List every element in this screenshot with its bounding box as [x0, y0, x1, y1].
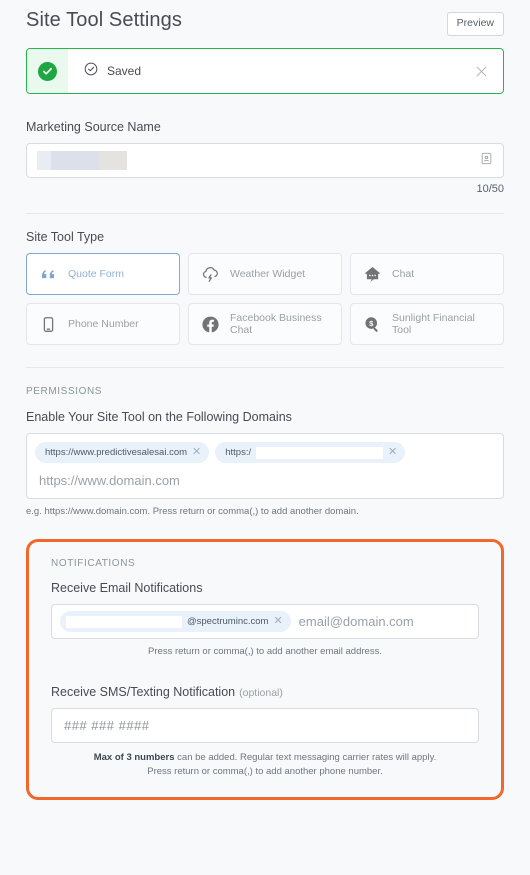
tool-card-label: Chat: [392, 267, 415, 280]
email-notifications-label: Receive Email Notifications: [51, 581, 203, 595]
divider-2: [26, 367, 504, 368]
sms-label-text: Receive SMS/Texting Notification: [51, 685, 236, 699]
redacted-value: [37, 151, 127, 170]
home-chat-icon: [362, 264, 382, 284]
sms-helper-rest: can be added. Regular text messaging car…: [174, 752, 437, 763]
site-tool-type-grid: Quote Form Weather Widget Chat Phone Num…: [26, 253, 504, 345]
domain-chip-list: https://www.predictivesalesai.com ✕ http…: [35, 442, 495, 463]
alert-message: Saved: [107, 64, 142, 78]
chip-remove-icon[interactable]: ✕: [192, 447, 201, 458]
marketing-source-name-field: Marketing Source Name 10/50: [26, 120, 504, 195]
redacted-value: [66, 615, 182, 628]
tool-card-quote-form[interactable]: Quote Form: [26, 253, 180, 295]
saved-alert-banner: Saved: [26, 48, 504, 94]
id-card-icon[interactable]: [480, 152, 493, 170]
permissions-section-title: PERMISSIONS: [26, 386, 103, 397]
alert-body: Saved: [68, 49, 459, 93]
cloud-lightning-icon: [200, 264, 220, 284]
notifications-highlight-box: NOTIFICATIONS Receive Email Notification…: [26, 539, 504, 800]
quote-icon: [38, 264, 58, 284]
tool-card-phone-number[interactable]: Phone Number: [26, 303, 180, 345]
tool-card-label: Phone Number: [68, 317, 139, 330]
domain-chip: https://www.predictivesalesai.com ✕: [35, 442, 210, 463]
chip-remove-icon[interactable]: ✕: [273, 616, 282, 627]
check-circle-filled-icon: [38, 61, 57, 81]
tool-card-chat[interactable]: Chat: [350, 253, 504, 295]
facebook-icon: [200, 314, 220, 334]
tool-card-sunlight-financial-tool[interactable]: $ Sunlight Financial Tool: [350, 303, 504, 345]
tool-card-label: Facebook Business Chat: [230, 311, 322, 337]
domain-chip-text: https:/: [225, 447, 252, 458]
site-tool-type-label: Site Tool Type: [26, 230, 105, 244]
mobile-phone-icon: [38, 314, 58, 334]
sms-notifications-label: Receive SMS/Texting Notification (optiona…: [51, 685, 479, 699]
preview-button[interactable]: Preview: [446, 12, 504, 36]
sms-placeholder: ### ### ####: [64, 718, 150, 733]
domain-chip: https:/ ✕: [215, 442, 406, 463]
sms-helper-line2: Press return or comma(,) to add another …: [147, 766, 383, 777]
email-chip-text: @spectruminc.com: [187, 616, 269, 627]
character-counter: 10/50: [476, 183, 504, 195]
marketing-source-name-label: Marketing Source Name: [26, 120, 161, 134]
sms-helper-bold: Max of 3 numbers: [93, 752, 175, 763]
sms-helper-text: Max of 3 numbers can be added. Regular t…: [51, 751, 479, 779]
check-circle-outline-icon: [84, 62, 98, 81]
email-chips-input[interactable]: @spectruminc.com ✕ email@domain.com: [51, 604, 479, 639]
email-placeholder[interactable]: email@domain.com: [299, 614, 414, 629]
email-chip: @spectruminc.com ✕: [60, 611, 291, 632]
page-title: Site Tool Settings: [26, 9, 182, 31]
redacted-value: [256, 446, 384, 459]
tool-card-label: Sunlight Financial Tool: [392, 311, 475, 337]
close-icon[interactable]: [459, 49, 503, 93]
domain-chip-text: https://www.predictivesalesai.com: [45, 447, 188, 458]
domains-helper-text: e.g. https://www.domain.com. Press retur…: [26, 506, 359, 517]
page-header: Site Tool Settings Preview: [26, 0, 504, 42]
sms-optional-tag: (optional): [239, 687, 283, 699]
site-tool-type-section: Site Tool Type Quote Form Weather Widget…: [26, 230, 504, 345]
marketing-source-name-input[interactable]: [26, 143, 504, 178]
domains-placeholder[interactable]: https://www.domain.com: [35, 463, 495, 490]
tool-card-label: Weather Widget: [230, 267, 306, 280]
tool-card-label: Quote Form: [68, 267, 125, 280]
tool-card-facebook-business-chat[interactable]: Facebook Business Chat: [188, 303, 342, 345]
alert-status-badge: [27, 49, 68, 93]
email-helper-text: Press return or comma(,) to add another …: [148, 646, 382, 657]
sms-phone-input[interactable]: ### ### ####: [51, 708, 479, 743]
chip-remove-icon[interactable]: ✕: [388, 447, 397, 458]
site-tool-settings-page: Site Tool Settings Preview Saved Marketi…: [0, 0, 530, 875]
domains-label: Enable Your Site Tool on the Following D…: [26, 410, 292, 424]
permissions-section: PERMISSIONS Enable Your Site Tool on the…: [26, 386, 504, 519]
notifications-section-title: NOTIFICATIONS: [51, 558, 136, 569]
tool-card-weather-widget[interactable]: Weather Widget: [188, 253, 342, 295]
magnifier-dollar-icon: $: [362, 314, 382, 334]
domains-chips-input[interactable]: https://www.predictivesalesai.com ✕ http…: [26, 433, 504, 499]
divider-1: [26, 213, 504, 214]
